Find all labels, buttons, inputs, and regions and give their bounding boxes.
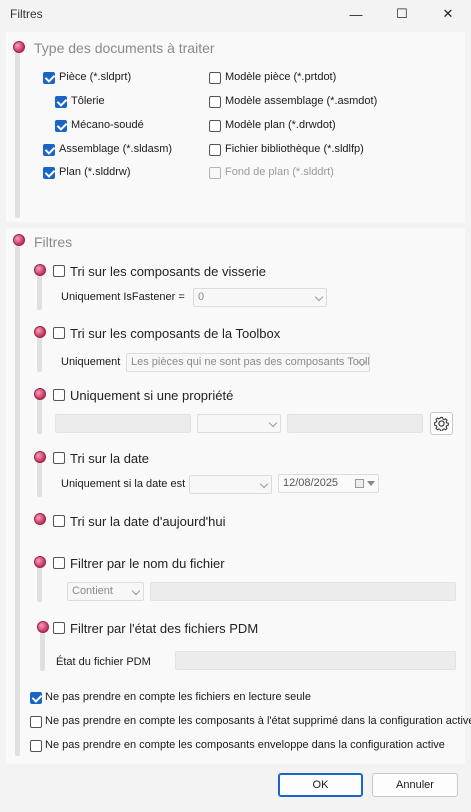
checkbox-date[interactable] (53, 452, 65, 464)
property-name-input[interactable] (55, 414, 191, 433)
date-bullet-icon (34, 451, 46, 463)
label-pdm-state: État du fichier PDM (56, 656, 151, 668)
checkbox-ignore-envelope[interactable] (30, 740, 42, 752)
pdm-state-input[interactable] (175, 651, 456, 670)
close-button[interactable]: ✕ (425, 0, 471, 28)
filters-rail (15, 246, 20, 756)
checkbox-mecano-soude[interactable] (55, 120, 67, 132)
filename-mode-select[interactable]: Contient (67, 582, 144, 601)
label-fond-de-plan: Fond de plan (*.slddrt) (225, 166, 334, 178)
checkbox-property[interactable] (53, 389, 65, 401)
ok-button[interactable]: OK (278, 773, 363, 797)
checkbox-modele-assemblage[interactable] (209, 96, 221, 108)
title-bar: Filtres — ☐ ✕ (0, 0, 471, 28)
label-modele-plan: Modèle plan (*.drwdot) (225, 119, 336, 131)
doc-types-rail (15, 50, 20, 218)
checkbox-visserie[interactable] (53, 265, 65, 277)
label-modele-assemblage: Modèle assemblage (*.asmdot) (225, 95, 378, 107)
today-bullet-icon (34, 513, 46, 525)
toolbox-rail (37, 336, 42, 372)
filename-rail (37, 566, 42, 602)
label-modele-piece: Modèle pièce (*.prtdot) (225, 71, 337, 83)
visserie-rail (37, 274, 42, 310)
property-bullet-icon (34, 388, 46, 400)
date-operator-select[interactable] (189, 475, 272, 494)
property-value-input[interactable] (287, 414, 423, 433)
checkbox-tolerie[interactable] (55, 96, 67, 108)
date-value: 12/08/2025 (283, 477, 339, 489)
property-operator-select[interactable] (197, 414, 281, 433)
dropdown-arrow-icon (367, 481, 375, 486)
checkbox-piece[interactable] (43, 72, 55, 84)
date-rail (37, 461, 42, 497)
checkbox-ignore-suppressed[interactable] (30, 716, 42, 728)
chevron-down-icon (131, 586, 141, 596)
filters-bullet-icon (13, 234, 25, 246)
label-today: Tri sur la date d'aujourd'hui (70, 514, 226, 529)
doc-types-bullet-icon (13, 41, 25, 53)
toolbox-select[interactable]: Les pièces qui ne sont pas des composant… (126, 353, 370, 372)
date-picker[interactable]: 12/08/2025 (278, 474, 379, 493)
gear-icon (434, 416, 449, 431)
minimize-button[interactable]: — (333, 0, 379, 28)
isfastener-value: 0 (198, 291, 205, 303)
window-title: Filtres (10, 7, 43, 21)
checkbox-filename[interactable] (53, 557, 65, 569)
visserie-bullet-icon (34, 264, 46, 276)
label-ignore-envelope: Ne pas prendre en compte les composants … (45, 739, 445, 751)
checkbox-today[interactable] (53, 515, 65, 527)
cancel-button[interactable]: Annuler (372, 773, 458, 797)
isfastener-select[interactable]: 0 (193, 288, 327, 307)
chevron-down-icon (314, 292, 324, 302)
calendar-icon (355, 479, 364, 488)
label-mecano-soude: Mécano-soudé (71, 119, 144, 131)
checkbox-pdm[interactable] (53, 622, 65, 634)
toolbox-bullet-icon (34, 326, 46, 338)
label-fichier-bibliotheque: Fichier bibliothèque (*.sldlfp) (225, 143, 364, 155)
checkbox-fichier-bibliotheque[interactable] (209, 144, 221, 156)
chevron-down-icon (268, 418, 278, 428)
pdm-bullet-icon (37, 621, 49, 633)
filters-panel (6, 228, 465, 764)
label-property: Uniquement si une propriété (70, 388, 234, 403)
filters-title: Filtres (34, 234, 73, 250)
property-rail (37, 398, 42, 434)
label-plan: Plan (*.slddrw) (59, 166, 131, 178)
label-isfastener: Uniquement IsFastener = (61, 291, 185, 303)
label-uniquement: Uniquement (61, 356, 121, 368)
checkbox-plan[interactable] (43, 167, 55, 179)
checkbox-modele-piece[interactable] (209, 72, 221, 84)
checkbox-toolbox[interactable] (53, 327, 65, 339)
doc-types-title: Type des documents à traiter (34, 40, 215, 56)
pdm-rail (40, 631, 45, 671)
filename-input[interactable] (150, 582, 456, 601)
property-settings-button[interactable] (430, 412, 453, 435)
label-ignore-readonly: Ne pas prendre en compte les fichiers en… (45, 691, 311, 703)
checkbox-fond-de-plan (209, 167, 221, 179)
maximize-button[interactable]: ☐ (379, 0, 425, 28)
filename-bullet-icon (34, 556, 46, 568)
checkbox-modele-plan[interactable] (209, 120, 221, 132)
label-filename: Filtrer par le nom du fichier (70, 556, 225, 571)
toolbox-value: Les pièces qui ne sont pas des composant… (131, 356, 370, 368)
chevron-down-icon (259, 479, 269, 489)
label-date: Tri sur la date (70, 451, 149, 466)
label-ignore-suppressed: Ne pas prendre en compte les composants … (45, 715, 471, 727)
label-toolbox: Tri sur les composants de la Toolbox (70, 326, 281, 341)
label-assemblage: Assemblage (*.sldasm) (59, 143, 173, 155)
label-tolerie: Tôlerie (71, 95, 105, 107)
label-piece: Pièce (*.sldprt) (59, 71, 132, 83)
checkbox-assemblage[interactable] (43, 144, 55, 156)
label-pdm: Filtrer par l'état des fichiers PDM (70, 621, 259, 636)
label-visserie: Tri sur les composants de visserie (70, 264, 267, 279)
label-date-condition: Uniquement si la date est (61, 478, 186, 490)
filename-mode-value: Contient (72, 585, 113, 597)
checkbox-ignore-readonly[interactable] (30, 692, 42, 704)
